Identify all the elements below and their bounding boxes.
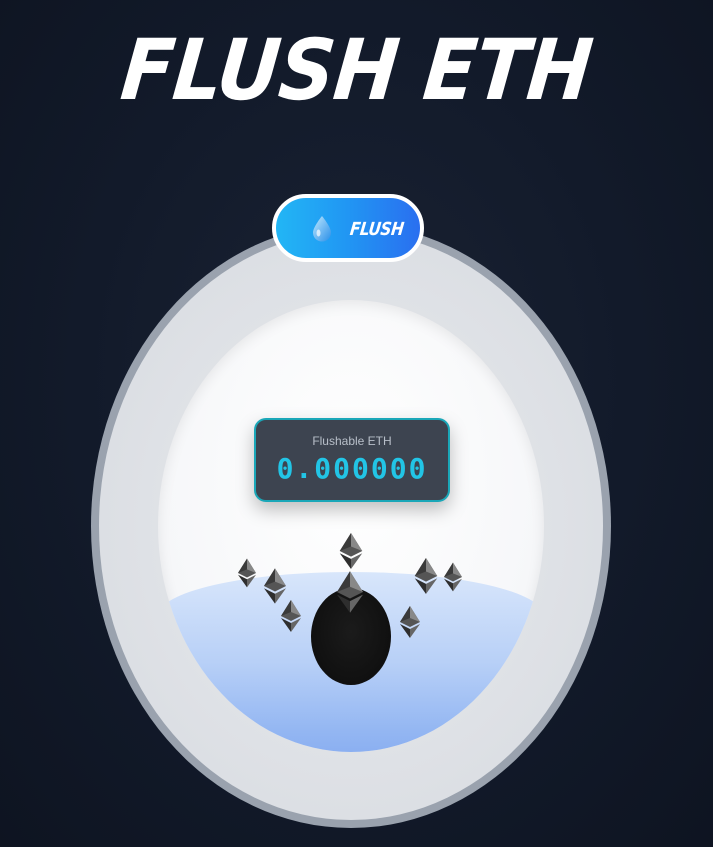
page: FLUSH ETH Flushable ETH 0.000000 FLUSH bbox=[0, 0, 713, 847]
ethereum-icon bbox=[400, 606, 420, 638]
flush-button[interactable]: FLUSH bbox=[272, 194, 424, 262]
ethereum-icon bbox=[444, 562, 462, 592]
flushable-eth-label: Flushable ETH bbox=[312, 434, 392, 448]
droplet-icon bbox=[313, 216, 331, 242]
ethereum-icon bbox=[264, 568, 286, 604]
ethereum-icon bbox=[281, 600, 301, 632]
ethereum-icon bbox=[414, 558, 438, 594]
page-title: FLUSH ETH bbox=[116, 21, 597, 119]
flushable-eth-value: 0.000000 bbox=[276, 452, 428, 485]
flush-button-label: FLUSH bbox=[348, 219, 405, 240]
ethereum-icon bbox=[238, 558, 256, 588]
ethereum-icon bbox=[337, 571, 363, 613]
ethereum-icon bbox=[339, 533, 363, 569]
flushable-eth-display: Flushable ETH 0.000000 bbox=[254, 418, 450, 502]
